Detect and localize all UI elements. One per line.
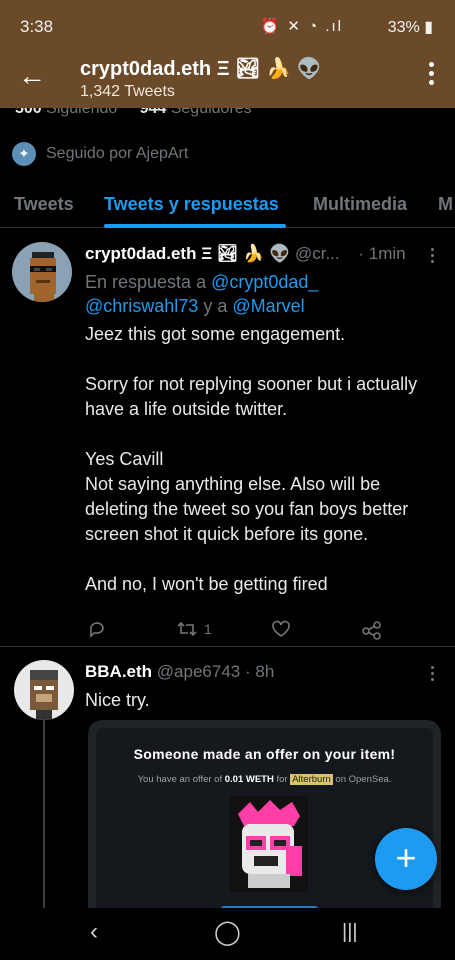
nav-home-icon[interactable]: ◯ — [214, 918, 241, 947]
mention-link[interactable]: @chriswahl73 — [85, 296, 198, 316]
share-icon[interactable] — [361, 620, 383, 643]
tweets-count: 1,342 Tweets — [80, 83, 175, 100]
tab-tweets[interactable]: Tweets — [14, 194, 74, 215]
tweet-author-name[interactable]: BBA.eth — [85, 662, 152, 681]
divider — [0, 646, 455, 647]
avatar[interactable] — [12, 242, 72, 302]
nft-image — [230, 796, 308, 892]
followed-by[interactable]: ✦ Seguido por AjepArt — [12, 142, 188, 166]
tweet-actions: 1 — [88, 620, 388, 640]
system-nav-bar: ‹ ◯ ||| — [0, 908, 455, 960]
overflow-menu-icon[interactable] — [429, 62, 435, 89]
tab-tweets-replies[interactable]: Tweets y respuestas — [104, 194, 279, 215]
tweet-time: · 8h — [244, 662, 275, 681]
reply-context: En respuesta a @crypt0dad_ @chriswahl73 … — [85, 272, 319, 316]
followed-by-text: Seguido por AjepArt — [46, 145, 189, 162]
status-time: 3:38 — [20, 17, 54, 36]
tweet-header: BBA.eth @ape6743 · 8h — [85, 662, 274, 682]
tweet-author-handle[interactable]: @ape6743 — [157, 662, 240, 681]
mention-link[interactable]: @crypt0dad_ — [211, 272, 318, 292]
tweet-more-icon[interactable] — [431, 666, 435, 684]
retweet-count: 1 — [204, 621, 212, 637]
offer-subtitle: You have an offer of 0.01 WETH for Alter… — [137, 774, 392, 785]
tweet-more-icon[interactable] — [431, 248, 435, 266]
battery-indicator: 33% ▮ — [387, 19, 433, 36]
nav-recents-icon[interactable]: ||| — [342, 921, 358, 944]
status-bar: 3:38 ⏰ ✕ ◔ .ıl 33% ▮ — [0, 0, 455, 52]
follower-avatar: ✦ — [12, 142, 36, 166]
offer-title: Someone made an offer on your item! — [133, 746, 396, 762]
tab-likes[interactable]: M — [438, 194, 453, 215]
reply-icon[interactable] — [88, 620, 106, 641]
tweet-image[interactable]: Someone made an offer on your item! You … — [88, 720, 441, 920]
nav-back-icon[interactable]: ‹ — [90, 918, 98, 946]
tweet-author-name[interactable]: crypt0dad.eth Ξ 🏞 🍌 👽 — [85, 244, 290, 263]
thread-line — [43, 718, 45, 918]
back-arrow-icon[interactable]: ← — [18, 60, 46, 92]
profile-tabs: Tweets Tweets y respuestas Multimedia M — [0, 180, 455, 228]
tab-media[interactable]: Multimedia — [313, 194, 407, 215]
tweet-time: · 1min — [358, 244, 406, 263]
active-tab-indicator — [104, 224, 286, 228]
profile-name: crypt0dad.eth Ξ 🏞 🍌 👽 — [80, 58, 322, 80]
profile-header: ← crypt0dad.eth Ξ 🏞 🍌 👽 1,342 Tweets — [0, 52, 455, 108]
mention-link[interactable]: @Marvel — [232, 296, 304, 316]
tweet-text: Nice try. — [85, 690, 150, 710]
compose-tweet-button[interactable]: + — [375, 828, 437, 890]
offer-notification-image: Someone made an offer on your item! You … — [96, 728, 433, 920]
tweet-header: crypt0dad.eth Ξ 🏞 🍌 👽 @cr... · 1min — [85, 244, 406, 264]
like-icon[interactable] — [271, 620, 291, 641]
status-icons: ⏰ ✕ ◔ .ıl — [260, 18, 343, 35]
avatar[interactable] — [14, 660, 74, 720]
tweet-text: Jeez this got some engagement. Sorry for… — [85, 324, 418, 594]
tweet-author-handle[interactable]: @cr... — [295, 244, 340, 263]
retweet-icon[interactable] — [176, 620, 198, 641]
